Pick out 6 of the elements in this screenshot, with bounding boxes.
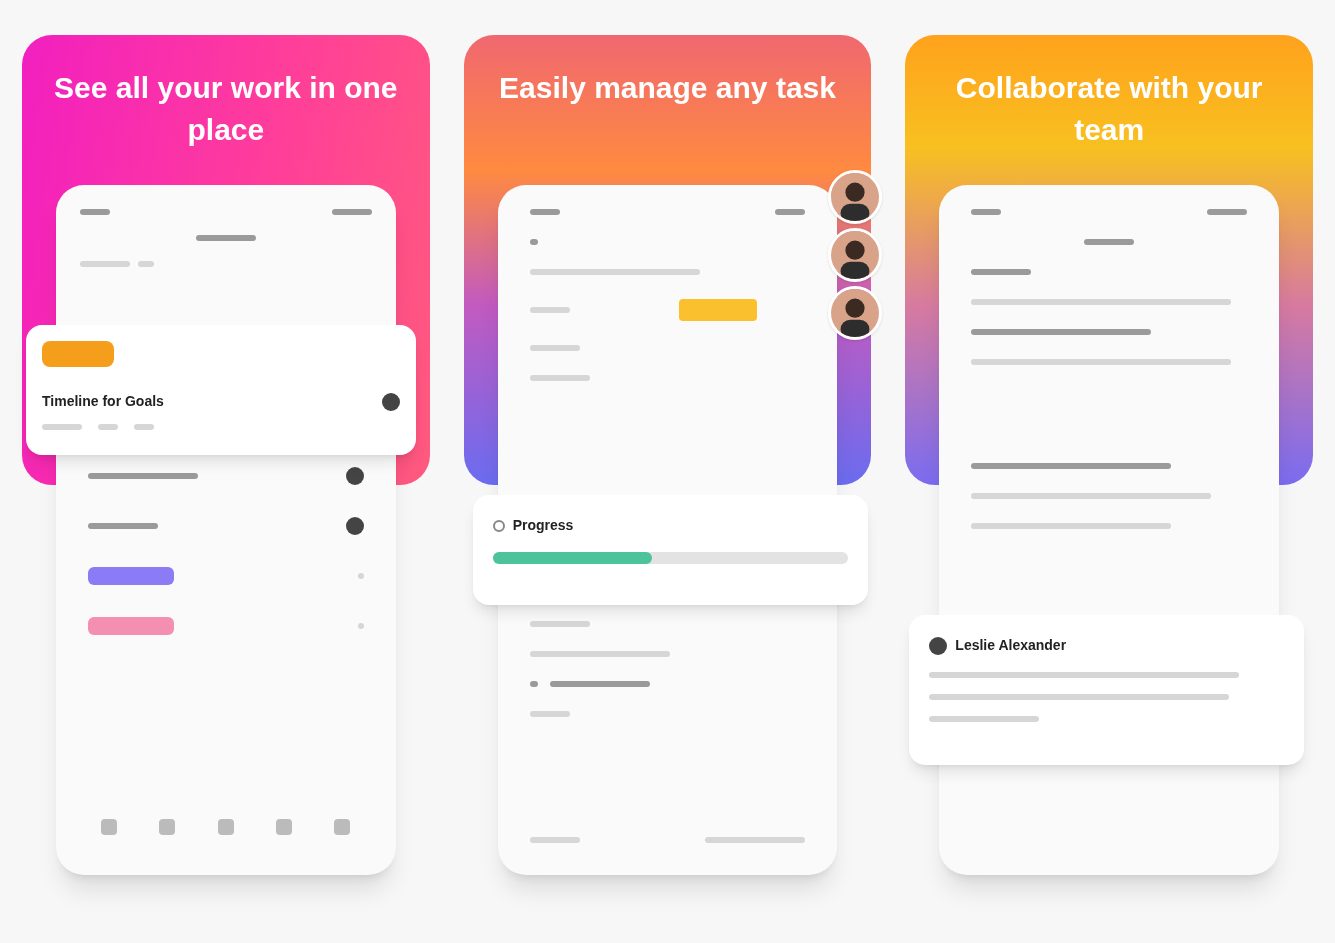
- promo-headline: See all your work in one place: [54, 70, 398, 148]
- promo-headline: Easily manage any task: [498, 70, 837, 106]
- goal-title: Timeline for Goals: [42, 392, 164, 411]
- comment-author: Leslie Alexander: [955, 636, 1067, 655]
- progress-label: Progress: [512, 516, 574, 535]
- promo-headline: Collaborate with your team: [954, 70, 1264, 148]
